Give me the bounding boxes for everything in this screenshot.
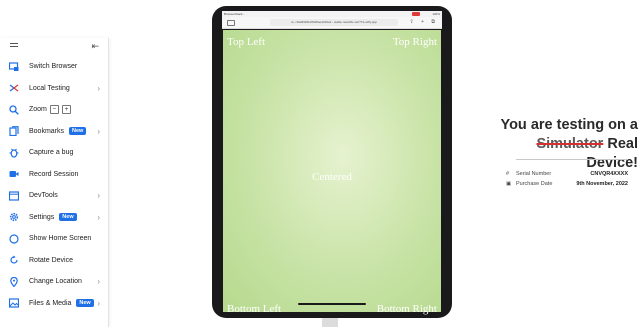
home-circle-icon bbox=[9, 234, 19, 244]
sidebar-item-record-session[interactable]: Record Session bbox=[0, 164, 108, 186]
sidebar-item-label: DevTools bbox=[29, 192, 58, 200]
hash-icon: # bbox=[506, 171, 510, 177]
sidebar: ⇤ Switch Browser Local Testing › Zoom − … bbox=[0, 38, 109, 327]
heading-line-1: You are testing on a bbox=[500, 117, 638, 133]
gear-icon bbox=[9, 212, 19, 222]
sidebar-item-label: Record Session bbox=[29, 170, 79, 178]
serial-number-label: Serial Number bbox=[516, 171, 552, 177]
new-badge: New bbox=[69, 127, 87, 136]
new-badge: New bbox=[59, 213, 77, 222]
browser-address-bar: ra • 96a8326bcf8d6fae4b29e3 - stable.rav… bbox=[222, 17, 442, 29]
device-screen[interactable]: Top Left Top Right Centered Bottom Left … bbox=[223, 30, 441, 315]
sidebar-item-zoom: Zoom − + bbox=[0, 99, 108, 121]
purchase-date-row: ▣ Purchase Date 9th November, 2022 bbox=[506, 181, 628, 190]
sidebar-item-label: Change Location bbox=[29, 278, 82, 286]
device-stand bbox=[322, 318, 338, 327]
bookmarks-icon bbox=[9, 126, 19, 137]
sidebar-item-files-media[interactable]: Files & Media New › bbox=[0, 293, 108, 315]
location-pin-icon bbox=[9, 276, 19, 287]
sidebar-header: ⇤ bbox=[0, 38, 108, 56]
top-left-label: Top Left bbox=[227, 36, 266, 48]
heading-line-2: Simulator Real Device! bbox=[498, 135, 638, 173]
zoom-out-button[interactable]: − bbox=[49, 105, 59, 115]
sidebar-item-label: Settings bbox=[29, 213, 55, 221]
record-icon bbox=[9, 169, 19, 179]
url-field[interactable]: ra • 96a8326bcf8d6fae4b29e3 - stable.rav… bbox=[270, 19, 398, 26]
local-testing-icon bbox=[9, 83, 19, 93]
serial-number-row: # Serial Number CNVQR4XXXX bbox=[506, 171, 628, 180]
home-indicator[interactable] bbox=[298, 303, 366, 305]
recording-indicator bbox=[412, 12, 420, 16]
centered-label: Centered bbox=[312, 171, 352, 183]
tablet-device-frame: BrowserStack... 100% ra • 96a8326bcf8d6f… bbox=[212, 6, 452, 318]
sidebar-item-settings[interactable]: Settings New › bbox=[0, 207, 108, 229]
sidebar-item-label: Switch Browser bbox=[29, 63, 78, 71]
sidebar-item-rotate-device[interactable]: Rotate Device bbox=[0, 250, 108, 272]
bug-icon bbox=[9, 148, 19, 158]
chevron-right-icon: › bbox=[97, 298, 100, 308]
sidebar-item-bookmarks[interactable]: Bookmarks New › bbox=[0, 121, 108, 143]
sidebar-item-show-home-screen[interactable]: Show Home Screen bbox=[0, 228, 108, 250]
chevron-right-icon: › bbox=[97, 277, 100, 286]
chevron-right-icon: › bbox=[97, 83, 100, 93]
battery-text: 100% bbox=[432, 12, 440, 16]
real-device-heading: You are testing on a Simulator Real Devi… bbox=[498, 116, 638, 173]
divider bbox=[516, 159, 628, 160]
calendar-icon: ▣ bbox=[506, 181, 512, 187]
chevron-right-icon: › bbox=[97, 212, 100, 222]
sidebar-item-label: Bookmarks bbox=[29, 127, 65, 135]
chevron-right-icon: › bbox=[97, 126, 100, 136]
sidebar-item-label: Rotate Device bbox=[29, 256, 73, 264]
zoom-icon bbox=[9, 105, 19, 115]
sidebar-item-label: Capture a bug bbox=[29, 149, 74, 157]
monitor-switch-icon bbox=[9, 62, 19, 72]
sidebar-item-switch-browser[interactable]: Switch Browser bbox=[0, 56, 108, 78]
sidebar-item-capture-bug[interactable]: Capture a bug bbox=[0, 142, 108, 164]
browser-toolbar-icons[interactable]: ⇪ + ⧉ bbox=[410, 19, 438, 25]
purchase-date-value: 9th November, 2022 bbox=[576, 181, 628, 187]
top-right-label: Top Right bbox=[392, 36, 437, 48]
sidebar-item-label: Local Testing bbox=[29, 84, 70, 92]
bottom-right-label: Bottom Right bbox=[376, 303, 437, 315]
collapse-sidebar-icon[interactable]: ⇤ bbox=[91, 41, 99, 52]
purchase-date-label: Purchase Date bbox=[516, 181, 553, 187]
sidebar-item-local-testing[interactable]: Local Testing › bbox=[0, 78, 108, 100]
sidebar-item-change-location[interactable]: Change Location › bbox=[0, 271, 108, 293]
status-bar-left-text: BrowserStack... bbox=[224, 12, 246, 16]
devtools-icon bbox=[9, 191, 19, 201]
hamburger-icon[interactable] bbox=[10, 43, 18, 49]
serial-number-value: CNVQR4XXXX bbox=[590, 171, 628, 177]
sidebar-item-label: Files & Media bbox=[29, 299, 72, 307]
sidebar-item-label: Show Home Screen bbox=[29, 235, 92, 243]
bottom-left-label: Bottom Left bbox=[227, 303, 282, 315]
new-badge: New bbox=[76, 299, 94, 308]
sidebar-item-devtools[interactable]: DevTools › bbox=[0, 185, 108, 207]
zoom-in-button[interactable]: + bbox=[61, 105, 71, 115]
struck-simulator-word: Simulator bbox=[536, 136, 604, 152]
rotate-icon bbox=[9, 255, 19, 265]
chevron-right-icon: › bbox=[97, 191, 100, 200]
image-icon bbox=[9, 298, 19, 308]
sidebar-item-label: Zoom bbox=[29, 106, 47, 114]
tabs-icon[interactable] bbox=[227, 20, 235, 26]
